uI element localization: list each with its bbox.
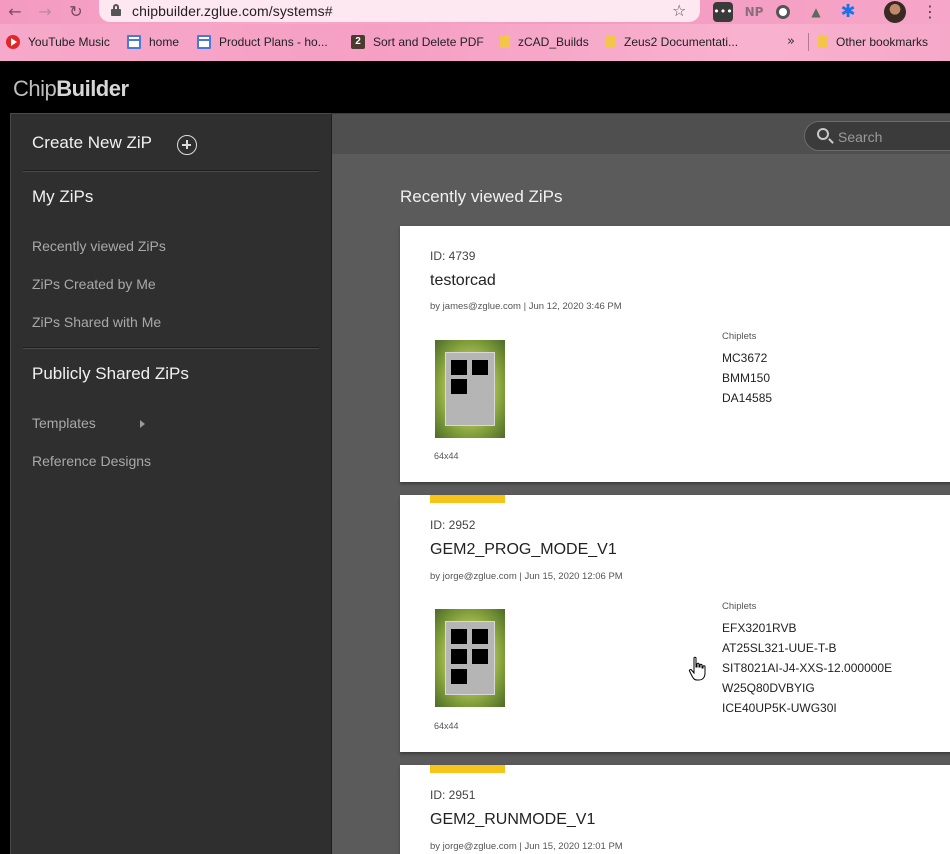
bookmark-sort-delete-pdf[interactable]: 2 Sort and Delete PDF bbox=[351, 24, 484, 61]
bookmark-youtube-music[interactable]: YouTube Music bbox=[6, 24, 110, 61]
main-content: Recently viewed ZiPs ID: 4739 testorcad … bbox=[332, 113, 950, 854]
chiplet-square bbox=[472, 360, 488, 375]
sidebar-item-reference-designs[interactable]: Reference Designs bbox=[32, 453, 151, 469]
hand-cursor-icon bbox=[688, 656, 706, 681]
chip-layout bbox=[445, 352, 495, 426]
chiplet-item: ICE40UP5K-UWG30I bbox=[722, 701, 837, 715]
chiplet-item: BMM150 bbox=[722, 371, 771, 385]
plus-circle-icon[interactable] bbox=[177, 135, 197, 155]
zip-name[interactable]: testorcad bbox=[430, 272, 496, 290]
chipbuilder-logo[interactable]: ChipBuilder bbox=[13, 76, 129, 102]
chiplet-item: SIT8021AI-J4-XXS-12.000000E bbox=[722, 661, 893, 675]
zip-id: ID: 4739 bbox=[430, 249, 476, 263]
bookmark-zcad-builds[interactable]: zCAD_Builds bbox=[500, 24, 589, 61]
sidebar-item-created-by-me[interactable]: ZiPs Created by Me bbox=[32, 276, 156, 292]
reload-icon[interactable]: ↻ bbox=[66, 2, 86, 22]
pdf-tool-icon: 2 bbox=[351, 34, 365, 49]
chiplet-item: AT25SL321-UUE-T-B bbox=[722, 641, 837, 655]
lock-icon bbox=[111, 4, 121, 16]
chiplets-label: Chiplets bbox=[722, 601, 757, 612]
back-arrow-icon[interactable]: ← bbox=[5, 2, 25, 22]
zip-size: 64x44 bbox=[434, 451, 459, 461]
chiplets-label: Chiplets bbox=[722, 331, 757, 342]
extension-menu-icon[interactable]: ••• bbox=[713, 2, 733, 22]
chiplet-item: EFX3201RVB bbox=[722, 621, 797, 635]
zip-id: ID: 2951 bbox=[430, 788, 476, 802]
zip-meta: by jorge@zglue.com | Jun 15, 2020 12:06 … bbox=[430, 571, 623, 582]
zip-meta: by jorge@zglue.com | Jun 15, 2020 12:01 … bbox=[430, 841, 623, 852]
address-bar[interactable]: chipbuilder.zglue.com/systems# ☆ bbox=[99, 0, 700, 22]
url-text[interactable]: chipbuilder.zglue.com/systems# bbox=[132, 3, 333, 19]
search-icon bbox=[817, 128, 829, 140]
bookmark-other[interactable]: Other bookmarks bbox=[818, 24, 928, 61]
browser-menu-icon[interactable]: ⋮ bbox=[922, 2, 938, 22]
card-accent-bar bbox=[430, 765, 505, 773]
bookmark-product-plans[interactable]: Product Plans - ho... bbox=[197, 24, 328, 61]
bookmarks-divider bbox=[808, 33, 809, 51]
zip-id: ID: 2952 bbox=[430, 518, 476, 532]
bookmark-star-icon[interactable]: ☆ bbox=[672, 1, 686, 20]
extension-circle-icon[interactable] bbox=[776, 5, 790, 19]
chip-layout bbox=[445, 621, 495, 695]
chiplet-square bbox=[451, 379, 467, 394]
zip-card[interactable]: ID: 2951 GEM2_RUNMODE_V1 by jorge@zglue.… bbox=[400, 765, 950, 854]
zip-card[interactable]: ID: 4739 testorcad by james@zglue.com | … bbox=[400, 226, 950, 482]
app-header: ChipBuilder bbox=[0, 61, 950, 112]
chiplet-square bbox=[451, 360, 467, 375]
bookmark-home[interactable]: home bbox=[127, 24, 179, 61]
bookmarks-bar: YouTube Music home Product Plans - ho...… bbox=[0, 24, 950, 61]
chiplet-square bbox=[472, 649, 488, 664]
bookmarks-overflow-icon[interactable]: » bbox=[787, 24, 795, 61]
chiplet-square bbox=[451, 649, 467, 664]
profile-avatar[interactable] bbox=[884, 1, 906, 23]
search-input[interactable] bbox=[838, 128, 950, 146]
zip-thumbnail[interactable] bbox=[435, 609, 505, 707]
expand-triangle-icon[interactable] bbox=[140, 420, 145, 428]
drive-icon[interactable]: ▲ bbox=[806, 2, 826, 22]
search-box[interactable] bbox=[804, 121, 950, 151]
chiplet-square bbox=[472, 629, 488, 644]
page-icon bbox=[127, 34, 141, 49]
extension-np-icon[interactable]: NP bbox=[742, 2, 766, 22]
zip-card[interactable]: ID: 2952 GEM2_PROG_MODE_V1 by jorge@zglu… bbox=[400, 495, 950, 752]
publicly-shared-title: Publicly Shared ZiPs bbox=[32, 364, 189, 383]
asterisk-extension-icon[interactable]: ✱ bbox=[838, 2, 858, 22]
zip-name[interactable]: GEM2_PROG_MODE_V1 bbox=[430, 541, 617, 559]
folder-icon bbox=[500, 35, 510, 49]
folder-icon bbox=[606, 35, 616, 49]
page-title: Recently viewed ZiPs bbox=[400, 187, 563, 206]
sidebar-divider bbox=[23, 170, 319, 172]
my-zips-title: My ZiPs bbox=[32, 187, 94, 206]
sidebar-item-recently-viewed[interactable]: Recently viewed ZiPs bbox=[32, 238, 166, 254]
browser-toolbar: ← → ↻ chipbuilder.zglue.com/systems# ☆ •… bbox=[0, 0, 950, 24]
zip-name[interactable]: GEM2_RUNMODE_V1 bbox=[430, 811, 595, 829]
zip-meta: by james@zglue.com | Jun 12, 2020 3:46 P… bbox=[430, 301, 622, 312]
forward-arrow-icon[interactable]: → bbox=[35, 2, 55, 22]
bookmark-zeus2-docs[interactable]: Zeus2 Documentati... bbox=[606, 24, 738, 61]
card-accent-bar bbox=[430, 495, 505, 503]
chiplet-square bbox=[451, 669, 467, 684]
create-new-zip-button[interactable]: Create New ZiP bbox=[32, 133, 152, 155]
chiplet-square bbox=[451, 629, 467, 644]
sidebar: Create New ZiP My ZiPs Recently viewed Z… bbox=[10, 113, 332, 854]
chiplet-item: DA14585 bbox=[722, 391, 773, 405]
sidebar-item-shared-with-me[interactable]: ZiPs Shared with Me bbox=[32, 314, 161, 330]
zip-thumbnail[interactable] bbox=[435, 340, 505, 438]
zip-size: 64x44 bbox=[434, 721, 459, 731]
chiplet-item: MC3672 bbox=[722, 351, 768, 365]
youtube-music-icon bbox=[6, 34, 20, 49]
main-toolbar bbox=[332, 113, 950, 154]
page-icon bbox=[197, 34, 211, 49]
sidebar-divider bbox=[23, 347, 319, 349]
chiplet-item: W25Q80DVBYIG bbox=[722, 681, 815, 695]
folder-icon bbox=[818, 35, 828, 49]
sidebar-item-templates[interactable]: Templates bbox=[32, 415, 96, 431]
